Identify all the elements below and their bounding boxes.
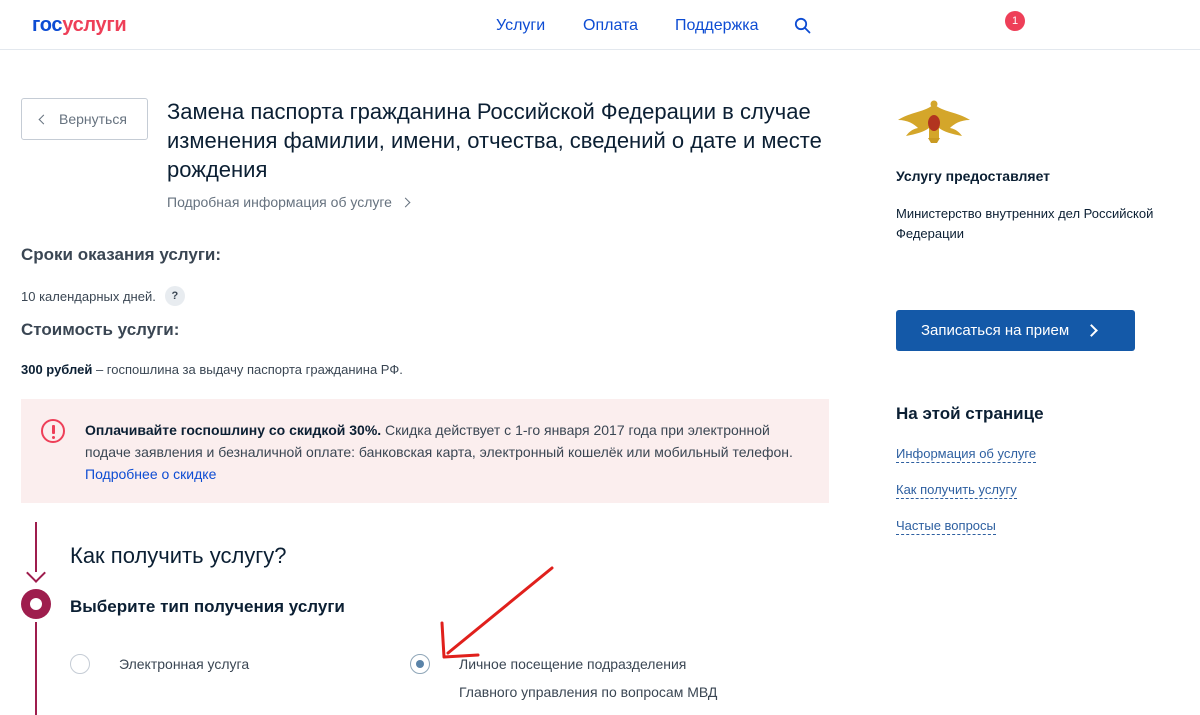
on-this-page-heading: На этой странице bbox=[896, 404, 1044, 423]
page-title: Замена паспорта гражданина Российской Фе… bbox=[167, 99, 822, 182]
anchor-link-faq[interactable]: Частые вопросы bbox=[896, 518, 996, 535]
logo-gos-part: гос bbox=[32, 14, 63, 36]
terms-value: 10 календарных дней. bbox=[21, 288, 156, 304]
how-to-get-heading: Как получить услугу? bbox=[70, 543, 287, 568]
book-appointment-button[interactable]: Записаться на прием bbox=[896, 310, 1135, 351]
alert-bold-text: Оплачивайте госпошлину со скидкой 30%. bbox=[85, 422, 382, 438]
nav-services[interactable]: Услуги bbox=[496, 17, 545, 35]
terms-text: 10 календарных дней. ? bbox=[21, 286, 185, 306]
cost-description: – госпошлина за выдачу паспорта граждани… bbox=[92, 362, 403, 377]
top-header: госуслуги Услуги Оплата Поддержка 1 bbox=[0, 0, 1200, 50]
logo-uslugi-part: услуги bbox=[62, 14, 127, 36]
stepper-line-continued bbox=[35, 622, 37, 715]
notification-badge[interactable]: 1 bbox=[1005, 11, 1025, 31]
cost-heading: Стоимость услуги: bbox=[21, 320, 180, 339]
terms-heading: Сроки оказания услуги: bbox=[21, 245, 222, 264]
service-details-link[interactable]: Подробная информация об услуге bbox=[167, 194, 411, 210]
service-details-label: Подробная информация об услуге bbox=[167, 194, 392, 210]
mvd-emblem-icon bbox=[898, 100, 970, 143]
anchor-link-how-to-get[interactable]: Как получить услугу bbox=[896, 482, 1017, 499]
search-icon[interactable] bbox=[794, 17, 811, 34]
discount-details-link[interactable]: Подробнее о скидке bbox=[85, 466, 216, 482]
gosuslugi-logo[interactable]: госуслуги bbox=[32, 14, 127, 37]
cost-amount: 300 рублей bbox=[21, 362, 93, 377]
choose-type-heading: Выберите тип получения услуги bbox=[70, 597, 345, 616]
red-annotation-arrow-icon bbox=[440, 566, 554, 659]
discount-alert: Оплачивайте госпошлину со скидкой 30%. С… bbox=[21, 399, 829, 503]
nav-support[interactable]: Поддержка bbox=[675, 17, 758, 35]
nav-payment[interactable]: Оплата bbox=[583, 17, 638, 35]
back-button[interactable]: Вернуться bbox=[21, 98, 148, 140]
stepper-step-marker bbox=[21, 589, 51, 619]
chevron-right-icon bbox=[1085, 324, 1099, 337]
alert-text: Оплачивайте госпошлину со скидкой 30%. С… bbox=[85, 419, 805, 485]
book-appointment-label: Записаться на прием bbox=[921, 322, 1070, 339]
anchor-link-service-info[interactable]: Информация об услуге bbox=[896, 446, 1037, 463]
chevron-left-icon bbox=[38, 114, 49, 125]
radio-electronic[interactable] bbox=[70, 654, 90, 674]
help-icon[interactable]: ? bbox=[164, 286, 185, 306]
radio-personal-visit[interactable] bbox=[410, 654, 430, 674]
radio-electronic-label[interactable]: Электронная услуга bbox=[119, 650, 249, 678]
provider-name: Министерство внутренних дел Российской Ф… bbox=[896, 206, 1154, 241]
stepper-arrow-down-icon bbox=[26, 563, 46, 583]
back-button-label: Вернуться bbox=[59, 111, 127, 127]
chevron-right-icon bbox=[400, 197, 411, 207]
cost-text: 300 рублей – госпошлина за выдачу паспор… bbox=[21, 362, 403, 377]
exclamation-circle-icon bbox=[41, 419, 65, 443]
provider-heading: Услугу предоставляет bbox=[896, 168, 1051, 184]
